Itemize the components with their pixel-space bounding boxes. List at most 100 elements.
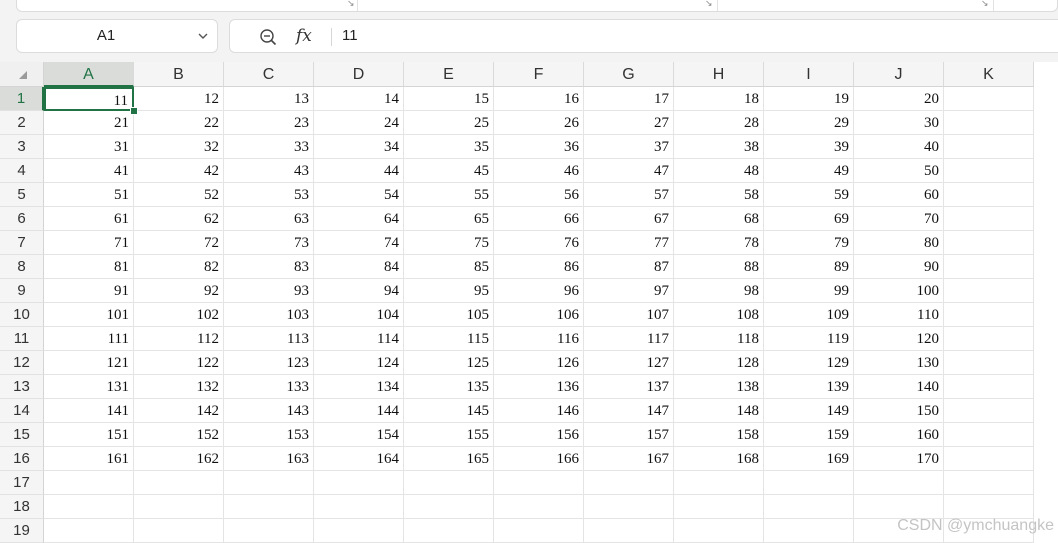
cell-h2[interactable]: 28 [674,111,764,135]
cell-d12[interactable]: 124 [314,351,404,375]
cell-c18[interactable] [224,495,314,519]
cell-f5[interactable]: 56 [494,183,584,207]
cell-a14[interactable]: 141 [44,399,134,423]
cell-d4[interactable]: 44 [314,159,404,183]
cell-i16[interactable]: 169 [764,447,854,471]
cell-i8[interactable]: 89 [764,255,854,279]
cell-k10[interactable] [944,303,1034,327]
name-box-value[interactable]: A1 [17,20,195,52]
cell-a13[interactable]: 131 [44,375,134,399]
name-box[interactable]: A1 [16,19,218,53]
cell-b4[interactable]: 42 [134,159,224,183]
cell-j11[interactable]: 120 [854,327,944,351]
row-header-1[interactable]: 1 [0,87,44,111]
cell-g4[interactable]: 47 [584,159,674,183]
cell-i15[interactable]: 159 [764,423,854,447]
cell-h18[interactable] [674,495,764,519]
cell-f13[interactable]: 136 [494,375,584,399]
cell-i19[interactable] [764,519,854,543]
cell-g11[interactable]: 117 [584,327,674,351]
cell-f9[interactable]: 96 [494,279,584,303]
cell-f17[interactable] [494,471,584,495]
cell-b10[interactable]: 102 [134,303,224,327]
cell-d10[interactable]: 104 [314,303,404,327]
cell-j15[interactable]: 160 [854,423,944,447]
cell-j7[interactable]: 80 [854,231,944,255]
column-header-a[interactable]: A [44,62,134,87]
cell-i7[interactable]: 79 [764,231,854,255]
fx-icon[interactable]: fx [296,25,312,47]
cell-f7[interactable]: 76 [494,231,584,255]
cell-b7[interactable]: 72 [134,231,224,255]
cell-i3[interactable]: 39 [764,135,854,159]
cell-c15[interactable]: 153 [224,423,314,447]
cell-j18[interactable] [854,495,944,519]
cell-i6[interactable]: 69 [764,207,854,231]
cell-b18[interactable] [134,495,224,519]
cell-d8[interactable]: 84 [314,255,404,279]
cell-f11[interactable]: 116 [494,327,584,351]
cell-f14[interactable]: 146 [494,399,584,423]
cell-c11[interactable]: 113 [224,327,314,351]
row-header-5[interactable]: 5 [0,183,44,207]
cell-f19[interactable] [494,519,584,543]
cell-b2[interactable]: 22 [134,111,224,135]
cell-k18[interactable] [944,495,1034,519]
cell-f15[interactable]: 156 [494,423,584,447]
cell-h17[interactable] [674,471,764,495]
column-header-b[interactable]: B [134,62,224,87]
cell-g9[interactable]: 97 [584,279,674,303]
row-header-4[interactable]: 4 [0,159,44,183]
cell-f6[interactable]: 66 [494,207,584,231]
cell-k15[interactable] [944,423,1034,447]
row-header-7[interactable]: 7 [0,231,44,255]
cell-h8[interactable]: 88 [674,255,764,279]
cell-b8[interactable]: 82 [134,255,224,279]
cell-d6[interactable]: 64 [314,207,404,231]
cell-i14[interactable]: 149 [764,399,854,423]
cell-h7[interactable]: 78 [674,231,764,255]
cell-h6[interactable]: 68 [674,207,764,231]
cell-k12[interactable] [944,351,1034,375]
cell-e5[interactable]: 55 [404,183,494,207]
row-header-14[interactable]: 14 [0,399,44,423]
cell-d17[interactable] [314,471,404,495]
cell-k4[interactable] [944,159,1034,183]
cell-g13[interactable]: 137 [584,375,674,399]
cell-i11[interactable]: 119 [764,327,854,351]
cell-b13[interactable]: 132 [134,375,224,399]
formula-input[interactable]: 11 [342,20,358,52]
cell-k14[interactable] [944,399,1034,423]
cell-h15[interactable]: 158 [674,423,764,447]
cell-e6[interactable]: 65 [404,207,494,231]
cell-k5[interactable] [944,183,1034,207]
cell-h3[interactable]: 38 [674,135,764,159]
cell-b12[interactable]: 122 [134,351,224,375]
cell-i10[interactable]: 109 [764,303,854,327]
formula-bar[interactable]: fx 11 [229,19,1058,53]
cell-j14[interactable]: 150 [854,399,944,423]
chevron-down-icon[interactable] [197,30,209,42]
cell-j4[interactable]: 50 [854,159,944,183]
cell-e9[interactable]: 95 [404,279,494,303]
cell-c9[interactable]: 93 [224,279,314,303]
cell-f12[interactable]: 126 [494,351,584,375]
cell-b16[interactable]: 162 [134,447,224,471]
cell-j6[interactable]: 70 [854,207,944,231]
cell-f18[interactable] [494,495,584,519]
cell-e3[interactable]: 35 [404,135,494,159]
column-header-e[interactable]: E [404,62,494,87]
cell-b6[interactable]: 62 [134,207,224,231]
cell-c16[interactable]: 163 [224,447,314,471]
cell-j2[interactable]: 30 [854,111,944,135]
cell-b11[interactable]: 112 [134,327,224,351]
cell-e18[interactable] [404,495,494,519]
cell-a16[interactable]: 161 [44,447,134,471]
cell-j1[interactable]: 20 [854,87,944,111]
fill-handle[interactable] [130,107,138,115]
cell-d15[interactable]: 154 [314,423,404,447]
row-header-3[interactable]: 3 [0,135,44,159]
row-header-11[interactable]: 11 [0,327,44,351]
dialog-launcher-icon[interactable]: ↘ [347,0,355,8]
cell-k17[interactable] [944,471,1034,495]
